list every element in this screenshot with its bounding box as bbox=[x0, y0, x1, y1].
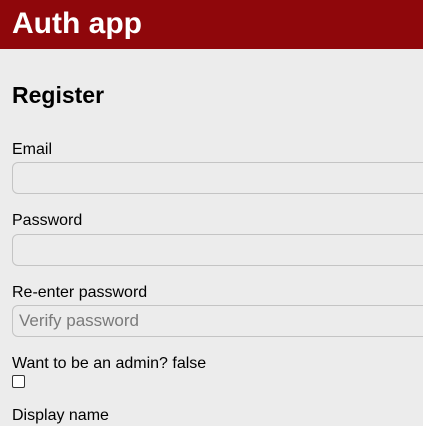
reenter-password-field[interactable] bbox=[12, 305, 423, 337]
page-title: Register bbox=[12, 82, 105, 108]
admin-checkbox[interactable] bbox=[12, 375, 25, 388]
admin-label: Want to be an admin? false bbox=[12, 355, 207, 372]
display-name-label: Display name bbox=[12, 407, 109, 424]
app-header: Auth app bbox=[0, 0, 423, 49]
password-field[interactable] bbox=[12, 234, 423, 266]
email-label: Email bbox=[12, 141, 53, 158]
reenter-password-label: Re-enter password bbox=[12, 284, 148, 301]
password-label: Password bbox=[12, 212, 83, 229]
app-title: Auth app bbox=[12, 7, 142, 40]
email-field[interactable] bbox=[12, 162, 423, 194]
